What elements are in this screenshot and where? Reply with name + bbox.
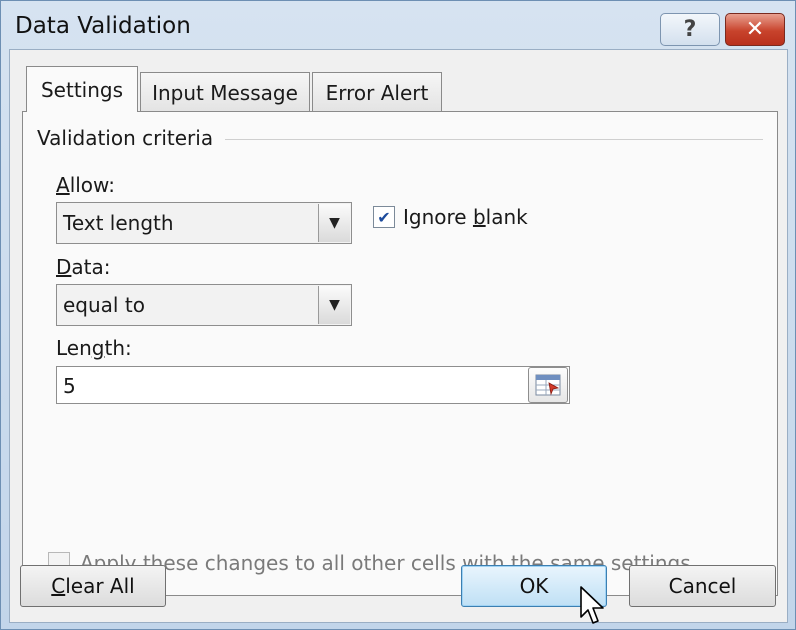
allow-value: Text length [63,211,174,235]
group-divider [213,139,763,140]
dropdown-arrow-icon[interactable]: ▼ [318,286,350,324]
allow-label: Allow: [56,173,116,197]
tab-input-message[interactable]: Input Message [140,72,310,112]
range-select-button[interactable] [528,367,568,403]
close-button[interactable]: ✕ [725,13,785,46]
tab-label: Settings [40,77,124,102]
mouse-cursor-icon [580,586,604,624]
dialog-client-area: Settings Input Message Error Alert Valid… [9,49,788,623]
checkmark-icon: ✔ [377,207,391,227]
allow-dropdown[interactable]: Text length ▼ [56,202,352,244]
validation-criteria-label: Validation criteria [37,126,226,150]
dialog-title: Data Validation [15,13,191,39]
help-button[interactable]: ? [660,13,720,46]
data-value: equal to [63,293,145,317]
ignore-blank-checkbox[interactable]: ✔ [373,206,395,228]
tab-settings[interactable]: Settings [26,66,138,112]
dropdown-arrow-icon[interactable]: ▼ [318,204,350,242]
title-bar[interactable]: Data Validation ? ✕ [1,1,796,55]
tab-label: Input Message [152,80,298,105]
tab-label: Error Alert [325,80,429,105]
close-icon: ✕ [745,17,765,42]
tab-error-alert[interactable]: Error Alert [312,72,442,112]
settings-panel: Validation criteria Allow: Text length ▼… [22,111,778,596]
data-validation-dialog: Data Validation ? ✕ Settings Input Messa… [0,0,796,630]
cancel-button[interactable]: Cancel [629,565,776,607]
range-select-icon [535,374,561,396]
ok-label: OK [519,574,549,598]
length-value: 5 [63,374,76,398]
cancel-label: Cancel [668,574,737,598]
length-input[interactable]: 5 [56,366,570,404]
data-dropdown[interactable]: equal to ▼ [56,284,352,326]
ignore-blank-label[interactable]: Ignore blank [403,205,528,229]
help-icon: ? [683,17,697,42]
length-label: Length: [56,336,132,360]
clear-all-button[interactable]: Clear All [20,565,166,607]
data-label: Data: [56,255,111,279]
